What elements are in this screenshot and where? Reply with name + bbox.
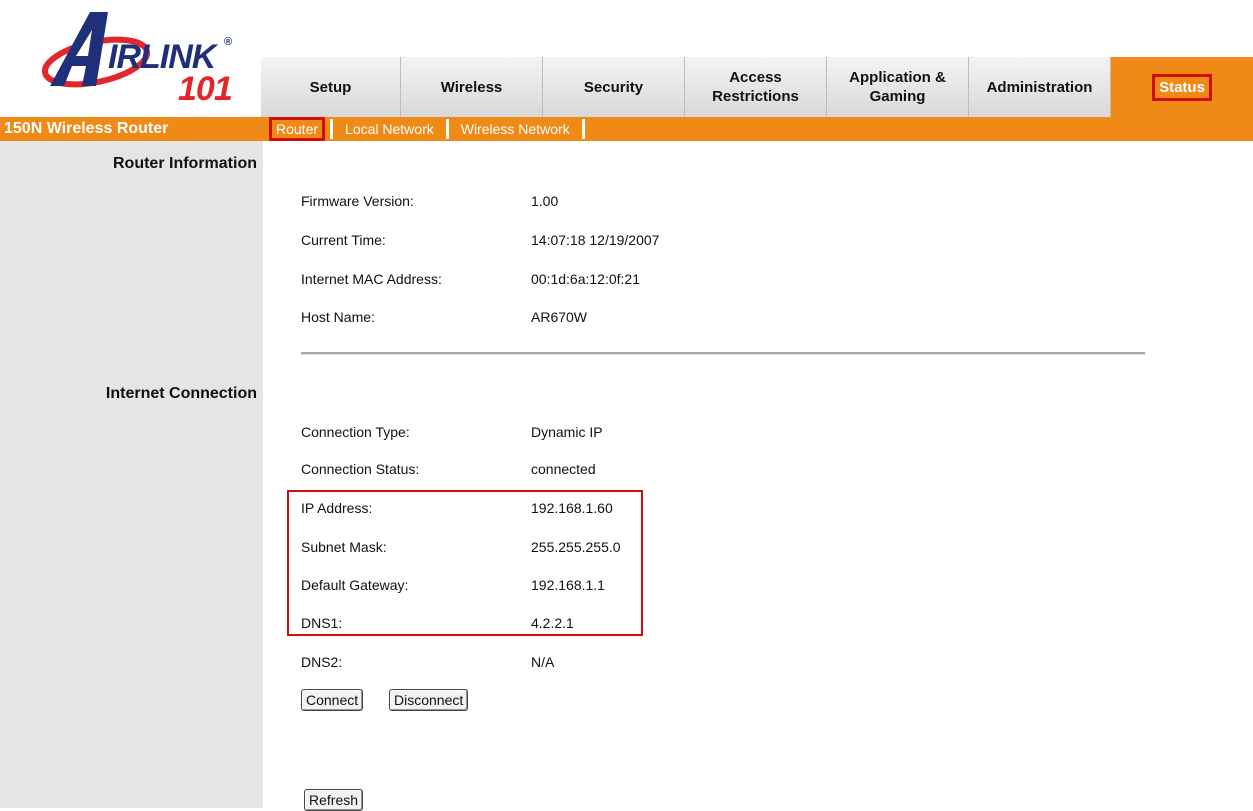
firmware-version-label: Firmware Version:: [301, 193, 414, 209]
tab-application-gaming-label: Application & Gaming: [849, 69, 946, 105]
internet-connection-title: Internet Connection: [105, 385, 257, 402]
connection-type-label: Connection Type:: [301, 424, 410, 440]
tab-status-label: Status: [1152, 73, 1212, 101]
product-name: 150N Wireless Router: [4, 120, 169, 137]
tab-wireless-label: Wireless: [440, 78, 503, 96]
top-navigation: Setup Wireless Security Access Restricti…: [261, 57, 1253, 117]
mac-address-label: Internet MAC Address:: [301, 271, 442, 287]
tab-status[interactable]: Status: [1111, 57, 1253, 117]
tab-administration[interactable]: Administration: [969, 57, 1111, 117]
connection-status-label: Connection Status:: [301, 461, 420, 477]
tab-security-label: Security: [583, 78, 644, 96]
logo-number-text: 101: [178, 70, 233, 108]
logo-registered-mark: ®: [224, 36, 233, 48]
disconnect-button[interactable]: Disconnect: [389, 689, 469, 711]
firmware-version-value: 1.00: [531, 193, 559, 209]
connection-type-value: Dynamic IP: [531, 424, 603, 440]
tab-security[interactable]: Security: [543, 57, 685, 117]
subnav-wireless-network[interactable]: Wireless Network: [453, 120, 578, 138]
subnav-local-network[interactable]: Local Network: [337, 120, 442, 138]
mac-address-value: 00:1d:6a:12:0f:21: [531, 271, 640, 287]
router-information-title: Router Information: [113, 155, 257, 172]
dns2-label: DNS2:: [301, 654, 343, 670]
tab-application-gaming[interactable]: Application & Gaming: [827, 57, 969, 117]
subnav-separator: [330, 119, 334, 139]
tab-setup-label: Setup: [309, 78, 352, 96]
tab-setup[interactable]: Setup: [261, 57, 401, 117]
tab-wireless[interactable]: Wireless: [401, 57, 543, 117]
tab-administration-label: Administration: [986, 78, 1093, 96]
tab-access-restrictions-label: Access Restrictions: [712, 69, 799, 105]
current-time-label: Current Time:: [301, 232, 386, 248]
sub-navigation: Router Local Network Wireless Network: [268, 117, 589, 141]
connect-button[interactable]: Connect: [301, 689, 364, 711]
subnav-separator: [445, 119, 449, 139]
annotation-highlight-box: [287, 490, 643, 636]
subnav-router[interactable]: Router: [268, 117, 326, 141]
host-name-label: Host Name:: [301, 309, 375, 325]
subnav-separator: [581, 119, 585, 139]
airlink-logo: IRLINK ® 101: [38, 8, 248, 108]
section-divider: [301, 352, 1145, 355]
dns2-value: N/A: [531, 654, 555, 670]
tab-access-restrictions[interactable]: Access Restrictions: [685, 57, 827, 117]
current-time-value: 14:07:18 12/19/2007: [531, 232, 660, 248]
connection-status-value: connected: [531, 461, 596, 477]
left-panel: Router Information Internet Connection: [0, 141, 263, 808]
sub-navigation-bar: 150N Wireless Router Router Local Networ…: [0, 117, 1253, 141]
host-name-value: AR670W: [531, 309, 588, 325]
